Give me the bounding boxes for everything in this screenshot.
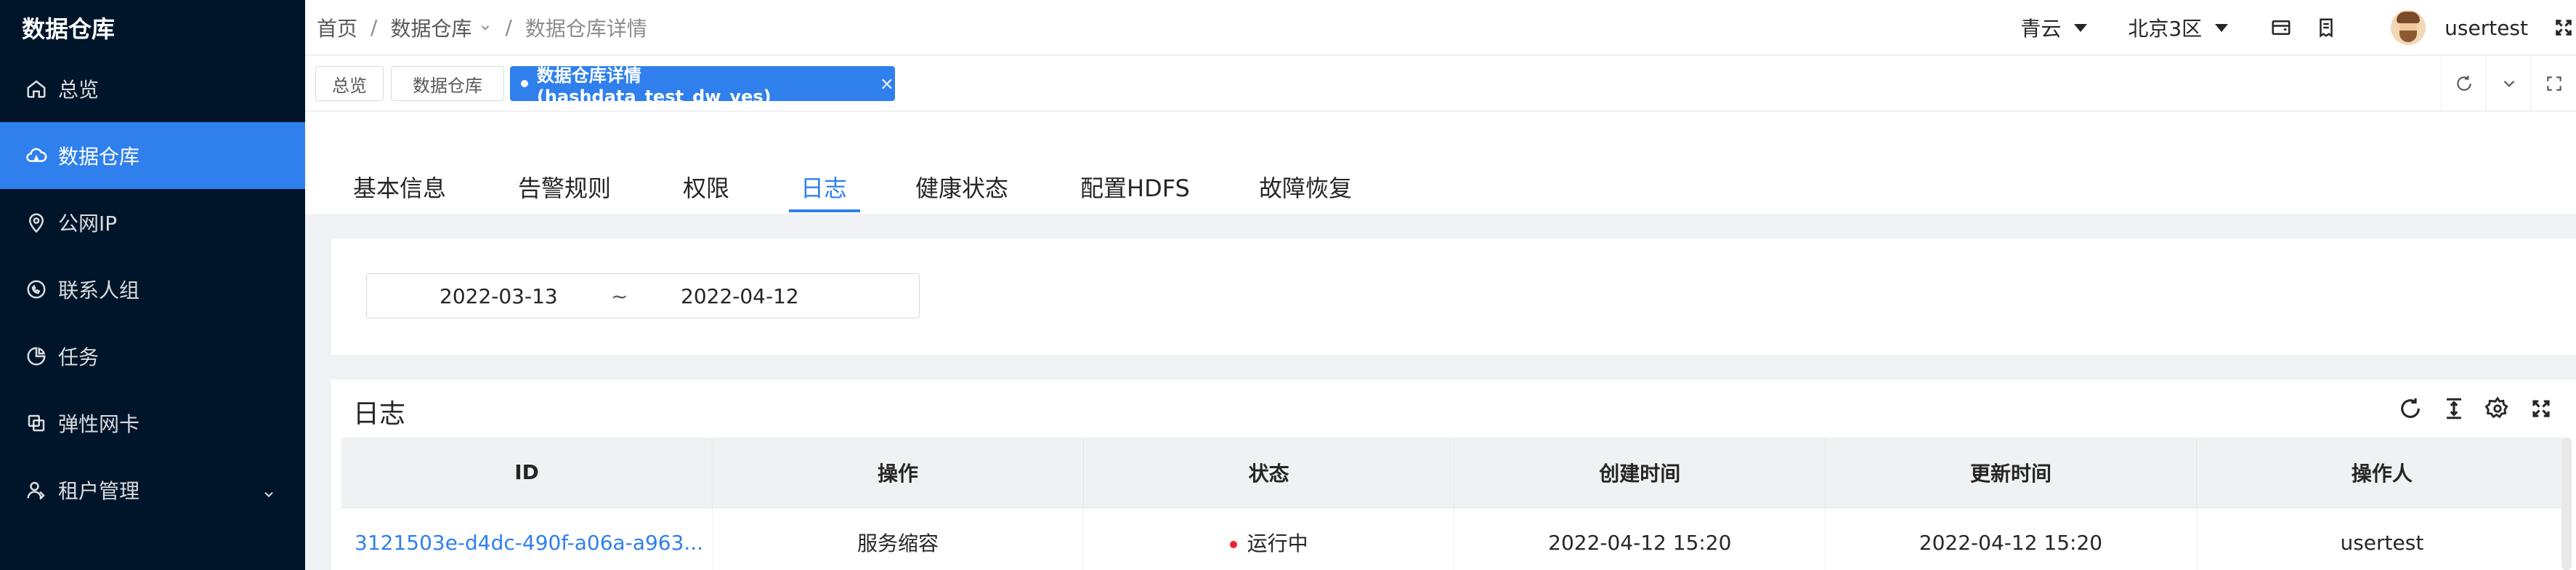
tab-health-status[interactable]: 健康状态 bbox=[915, 170, 1008, 204]
table-row: 3121503e-d4dc-490f-a06a-a963... 服务缩容 运行中… bbox=[341, 507, 2567, 570]
sidebar-item-label: 数据仓库 bbox=[58, 145, 140, 169]
sidebar-item-public-ip[interactable]: 公网IP bbox=[0, 189, 305, 256]
column-header-status[interactable]: 状态 bbox=[1083, 438, 1455, 508]
sidebar-item-label: 公网IP bbox=[58, 212, 118, 236]
active-dot bbox=[521, 80, 528, 87]
avatar-hair bbox=[2397, 12, 2421, 23]
sidebar-item-contact-groups[interactable]: 联系人组 bbox=[0, 256, 305, 323]
vertical-scrollbar[interactable] bbox=[2561, 438, 2572, 570]
provider-value: 青云 bbox=[2020, 17, 2062, 41]
log-table: ID 操作 状态 创建时间 更新时间 操作人 3121503e-d4dc-490… bbox=[341, 438, 2567, 570]
caret-down-icon bbox=[2215, 23, 2229, 32]
page-tabs-tools bbox=[2441, 56, 2576, 111]
log-status: 运行中 bbox=[1083, 507, 1455, 570]
log-created-time: 2022-04-12 15:20 bbox=[1454, 507, 1826, 570]
close-icon[interactable]: × bbox=[880, 73, 894, 94]
table-toolbar bbox=[2381, 394, 2556, 423]
fullscreen-icon[interactable] bbox=[2551, 15, 2576, 40]
sidebar-item-label: 任务 bbox=[58, 345, 100, 369]
wallet-icon[interactable] bbox=[2269, 15, 2293, 40]
provider-select[interactable]: 青云 bbox=[2020, 13, 2088, 42]
date-range-picker[interactable]: 2022-03-13 ~ 2022-04-12 bbox=[366, 273, 920, 318]
cloud-icon bbox=[23, 142, 49, 169]
sidebar-item-data-warehouse[interactable]: 数据仓库 bbox=[0, 122, 305, 189]
chevron-down-icon bbox=[262, 483, 276, 507]
avatar[interactable] bbox=[2391, 10, 2426, 45]
start-date-input[interactable]: 2022-03-13 bbox=[440, 284, 558, 308]
date-range-separator: ~ bbox=[611, 284, 628, 308]
expand-icon bbox=[2546, 76, 2561, 91]
avatar-beard bbox=[2399, 31, 2418, 42]
filter-card: 2022-03-13 ~ 2022-04-12 bbox=[331, 238, 2576, 355]
sidebar-item-label: 弹性网卡 bbox=[58, 412, 140, 436]
header-actions: 青云 北京3区 usertest bbox=[2020, 0, 2576, 55]
column-header-operator[interactable]: 操作人 bbox=[2196, 438, 2567, 508]
tab-fault-recovery[interactable]: 故障恢复 bbox=[1259, 170, 1352, 204]
sidebar-item-label: 总览 bbox=[58, 78, 100, 102]
page-tab-data-warehouse[interactable]: 数据仓库 bbox=[391, 66, 504, 101]
tab-logs[interactable]: 日志 bbox=[801, 170, 847, 204]
chevron-down-icon[interactable] bbox=[479, 15, 492, 39]
top-header: 首页 / 数据仓库 / 数据仓库详情 青云 北京3区 usertest bbox=[305, 0, 2576, 55]
log-card: 日志 ID 操作 状态 创建时间 更新时间 操作人 3121503e-d4dc-… bbox=[331, 380, 2576, 570]
sidebar-item-tenant-management[interactable]: 租户管理 bbox=[0, 457, 305, 523]
breadcrumb-section[interactable]: 数据仓库 bbox=[390, 13, 471, 42]
breadcrumb-current: 数据仓库详情 bbox=[524, 16, 647, 41]
fullscreen-icon[interactable] bbox=[2527, 394, 2556, 423]
log-status-label: 运行中 bbox=[1247, 531, 1308, 556]
sidebar-item-label: 租户管理 bbox=[58, 479, 140, 503]
sidebar-item-overview[interactable]: 总览 bbox=[0, 55, 305, 122]
page-tab-detail-label: 数据仓库详情(hashdata_test_dw_yes) bbox=[536, 65, 771, 107]
log-title: 日志 bbox=[353, 399, 406, 429]
column-header-updated[interactable]: 更新时间 bbox=[1825, 438, 2197, 508]
end-date-input[interactable]: 2022-04-12 bbox=[681, 284, 799, 308]
log-operator: usertest bbox=[2340, 530, 2424, 555]
tab-configure-hdfs[interactable]: 配置HDFS bbox=[1080, 170, 1190, 204]
page-tabs-bar: 总览 数据仓库 数据仓库详情(hashdata_test_dw_yes) × bbox=[305, 56, 2576, 111]
home-icon bbox=[23, 76, 49, 102]
column-header-created[interactable]: 创建时间 bbox=[1454, 438, 1826, 508]
settings-icon[interactable] bbox=[2483, 394, 2512, 423]
tabs-fullscreen-button[interactable] bbox=[2531, 56, 2576, 111]
bill-icon[interactable] bbox=[2314, 15, 2338, 40]
log-operation: 服务缩容 bbox=[712, 507, 1084, 570]
refresh-tab-button[interactable] bbox=[2441, 56, 2486, 111]
sidebar-item-label: 联系人组 bbox=[58, 278, 140, 302]
refresh-icon bbox=[2456, 76, 2471, 91]
table-header-row: ID 操作 状态 创建时间 更新时间 操作人 bbox=[341, 438, 2567, 508]
tab-permissions[interactable]: 权限 bbox=[683, 170, 729, 204]
pie-chart-icon bbox=[23, 343, 49, 369]
page-tab-overview[interactable]: 总览 bbox=[315, 66, 384, 101]
reload-icon[interactable] bbox=[2396, 394, 2425, 423]
zone-value: 北京3区 bbox=[2128, 17, 2203, 41]
detail-tabs: 基本信息 告警规则 权限 日志 健康状态 配置HDFS 故障恢复 bbox=[305, 112, 2576, 214]
breadcrumb-separator: / bbox=[370, 15, 378, 39]
zone-select[interactable]: 北京3区 bbox=[2128, 13, 2229, 42]
network-card-icon bbox=[23, 410, 49, 436]
active-tab-indicator bbox=[789, 209, 860, 212]
user-group-icon bbox=[23, 477, 49, 503]
log-id-link[interactable]: 3121503e-d4dc-490f-a06a-a963... bbox=[341, 507, 713, 570]
location-icon bbox=[23, 209, 49, 236]
breadcrumb: 首页 / 数据仓库 / 数据仓库详情 bbox=[305, 13, 647, 42]
sidebar-item-tasks[interactable]: 任务 bbox=[0, 323, 305, 390]
status-dot bbox=[1229, 541, 1237, 549]
username[interactable]: usertest bbox=[2445, 16, 2528, 40]
sidebar: 数据仓库 总览 数据仓库 公网IP 联系人组 任务 弹性网卡 租户管理 bbox=[0, 0, 305, 570]
chat-icon bbox=[23, 276, 49, 302]
column-header-operation[interactable]: 操作 bbox=[712, 438, 1084, 508]
caret-down-icon bbox=[2074, 23, 2088, 32]
chevron-down-icon bbox=[2503, 80, 2514, 87]
column-header-id[interactable]: ID bbox=[341, 438, 713, 508]
breadcrumb-home[interactable]: 首页 bbox=[317, 13, 357, 42]
tabs-dropdown-button[interactable] bbox=[2486, 56, 2531, 111]
log-updated-time: 2022-04-12 15:20 bbox=[1825, 507, 2197, 570]
column-height-icon[interactable] bbox=[2439, 394, 2468, 423]
app-title: 数据仓库 bbox=[22, 15, 116, 43]
tab-basic-info[interactable]: 基本信息 bbox=[353, 170, 446, 204]
tab-alert-rules[interactable]: 告警规则 bbox=[518, 170, 611, 204]
breadcrumb-separator: / bbox=[505, 15, 512, 39]
page-tab-detail[interactable]: 数据仓库详情(hashdata_test_dw_yes) × bbox=[510, 65, 895, 107]
sidebar-item-elastic-nic[interactable]: 弹性网卡 bbox=[0, 390, 305, 457]
